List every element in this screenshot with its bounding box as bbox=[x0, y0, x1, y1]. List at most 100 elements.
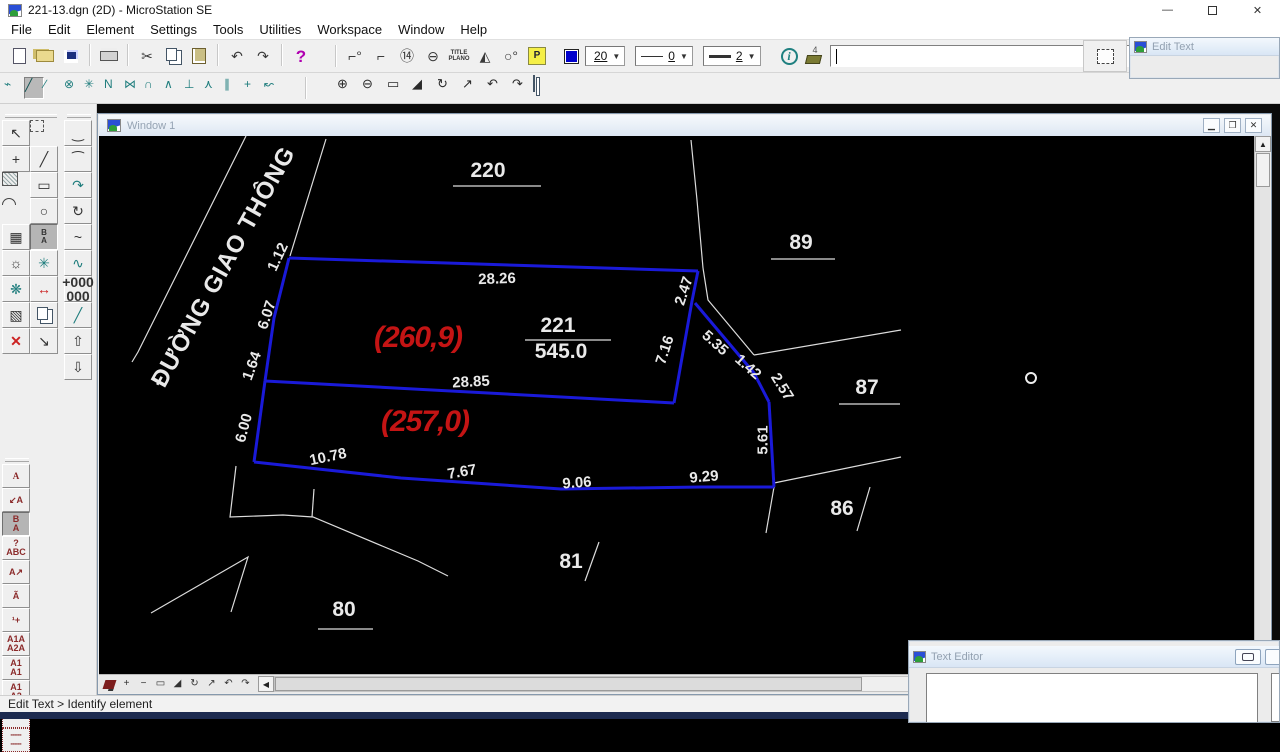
place-arc-edge-tool[interactable]: ⁀ bbox=[64, 146, 92, 172]
active-color-chip[interactable] bbox=[564, 49, 579, 64]
display-text-attributes-tool[interactable]: ? ABC bbox=[2, 536, 30, 560]
paste-button[interactable] bbox=[187, 44, 211, 68]
palette-grip[interactable] bbox=[5, 114, 57, 118]
palette-grip[interactable] bbox=[5, 458, 29, 462]
edit-text-titlebar[interactable]: Edit Text bbox=[1130, 38, 1279, 56]
snap-center-button[interactable]: ✳ bbox=[84, 77, 104, 99]
minimize-button[interactable]: — bbox=[1145, 0, 1190, 20]
update-view-button[interactable] bbox=[312, 76, 337, 100]
view-previous-button[interactable]: ↶ bbox=[487, 76, 512, 100]
place-shape-tool[interactable]: ▭ bbox=[30, 172, 58, 198]
window1-minimize-button[interactable]: ▁ bbox=[1203, 118, 1220, 133]
snap-bisector-button[interactable]: ⋈ bbox=[124, 77, 144, 99]
print-button[interactable] bbox=[97, 44, 121, 68]
place-text-node-tool[interactable]: ¹+ bbox=[2, 608, 30, 632]
scale-tool[interactable]: ↘ bbox=[30, 328, 58, 354]
snap-tangent-button[interactable]: ∧ bbox=[164, 77, 184, 99]
dimension-ordinate-button[interactable]: ◭ bbox=[473, 44, 497, 68]
window1-titlebar[interactable]: Window 1 ▁ ❐ ✕ bbox=[99, 115, 1270, 136]
view-next-button[interactable]: ↷ bbox=[237, 676, 254, 692]
rotate-view-button[interactable]: ↻ bbox=[437, 76, 462, 100]
snap-nearest-button[interactable]: ╱ bbox=[24, 77, 44, 99]
rotate-element-tool[interactable]: ↻ bbox=[64, 198, 92, 224]
close-button[interactable]: ✕ bbox=[1235, 0, 1280, 20]
fit-view-button[interactable]: ◢ bbox=[169, 676, 186, 692]
menu-tools[interactable]: Tools bbox=[205, 22, 251, 37]
window1-close-button[interactable]: ✕ bbox=[1245, 118, 1262, 133]
auto-fill-enter-data-tool[interactable]: ┄┄ ┄┄ bbox=[2, 728, 30, 752]
copy-enter-data-field-tool[interactable]: A1 A1 bbox=[2, 656, 30, 680]
menu-file[interactable]: File bbox=[3, 22, 40, 37]
copy-button[interactable] bbox=[161, 44, 185, 68]
fence-icon[interactable] bbox=[1097, 49, 1114, 64]
horizontal-scroll-thumb[interactable] bbox=[275, 677, 862, 691]
text-editor-minimize-button[interactable] bbox=[1235, 649, 1261, 665]
menu-edit[interactable]: Edit bbox=[40, 22, 78, 37]
match-text-attributes-tool[interactable]: A↗ bbox=[2, 560, 30, 584]
dimension-radial-button[interactable]: ⊖ bbox=[421, 44, 445, 68]
place-stream-curve-tool[interactable]: ~ bbox=[64, 224, 92, 250]
line-style-combo[interactable]: 0 ▼ bbox=[635, 46, 693, 66]
menu-workspace[interactable]: Workspace bbox=[309, 22, 390, 37]
cut-button[interactable]: ✂ bbox=[135, 44, 159, 68]
place-label-button[interactable]: P bbox=[528, 47, 546, 65]
change-attributes-tool[interactable]: ☼ bbox=[2, 250, 30, 276]
snap-intersection-button[interactable]: ∩ bbox=[144, 77, 164, 99]
redo-button[interactable]: ↷ bbox=[251, 44, 275, 68]
zoom-out-button[interactable]: − bbox=[135, 676, 152, 692]
place-curve-tool[interactable]: ‿ bbox=[64, 120, 92, 146]
dimension-linear-button[interactable]: ⌐ bbox=[369, 44, 393, 68]
place-note-tool[interactable]: ↙A bbox=[2, 488, 30, 512]
points-tool[interactable]: ✳ bbox=[30, 250, 58, 276]
label-line-button[interactable]: TITLE PLANO bbox=[447, 44, 471, 68]
rotate-view-button[interactable]: ↻ bbox=[186, 676, 203, 692]
restore-button[interactable] bbox=[1190, 0, 1235, 20]
copy-element-tool[interactable] bbox=[30, 302, 58, 328]
menu-help[interactable]: Help bbox=[452, 22, 495, 37]
vertical-scroll-thumb[interactable] bbox=[1256, 153, 1270, 187]
zoom-in-button[interactable]: ⊕ bbox=[337, 76, 362, 100]
snap-association-button[interactable]: ↜ bbox=[264, 77, 284, 99]
zoom-out-button[interactable]: ⊖ bbox=[362, 76, 387, 100]
pan-view-button[interactable]: ↗ bbox=[462, 76, 487, 100]
text-editor-input[interactable] bbox=[926, 673, 1258, 722]
window-area-button[interactable]: ▭ bbox=[387, 76, 412, 100]
xy-coordinates-tool[interactable]: +000 000 bbox=[64, 276, 92, 302]
app-titlebar[interactable]: 221-13.dgn (2D) - MicroStation SE — ✕ bbox=[0, 0, 1280, 20]
copy-increment-text-tool[interactable]: A1A A2A bbox=[2, 632, 30, 656]
text-tool[interactable]: B A bbox=[30, 224, 58, 250]
pattern-tool[interactable] bbox=[2, 172, 18, 186]
view-previous-button[interactable]: ↶ bbox=[220, 676, 237, 692]
measure-tool[interactable]: ↔ bbox=[30, 276, 58, 302]
color-palette-tool[interactable]: ▧ bbox=[2, 302, 30, 328]
save-button[interactable] bbox=[59, 44, 83, 68]
place-text-tool[interactable]: A bbox=[2, 464, 30, 488]
place-circle-tool[interactable]: ○ bbox=[30, 198, 58, 224]
level-combo[interactable]: 20 ▼ bbox=[585, 46, 625, 66]
snap-perpendicular-button[interactable]: ⋏ bbox=[204, 77, 224, 99]
pan-view-button[interactable]: ↗ bbox=[203, 676, 220, 692]
scroll-left-button[interactable]: ◀ bbox=[258, 676, 274, 692]
snap-origin-button[interactable]: N bbox=[104, 77, 124, 99]
move-up-tool[interactable]: ⇧ bbox=[64, 328, 92, 354]
copy-view-button[interactable] bbox=[537, 76, 562, 100]
help-button[interactable]: ? bbox=[289, 44, 313, 68]
drawing-canvas[interactable]: 2208987868180221545.028.2628.851.126.071… bbox=[99, 136, 1255, 676]
vertical-scrollbar[interactable]: ▲ bbox=[1254, 136, 1270, 676]
place-line-tool[interactable]: ╱ bbox=[30, 146, 58, 172]
element-selection-tool[interactable]: ↖ bbox=[2, 120, 30, 146]
snap-point-through-button[interactable]: + bbox=[244, 77, 264, 99]
modify-segment-tool[interactable]: ╱ bbox=[64, 302, 92, 328]
window1-restore-button[interactable]: ❐ bbox=[1224, 118, 1241, 133]
geographic-location-button[interactable]: ○° bbox=[499, 44, 523, 68]
snap-keypoint-button[interactable]: ∕ bbox=[44, 77, 64, 99]
keyin-icon[interactable] bbox=[802, 46, 822, 66]
place-point-curve-tool[interactable]: ∿ bbox=[64, 250, 92, 276]
modify-arc-tool[interactable]: ↷ bbox=[64, 172, 92, 198]
fit-view-button[interactable]: ◢ bbox=[412, 76, 437, 100]
menu-settings[interactable]: Settings bbox=[142, 22, 205, 37]
place-arc-tool[interactable] bbox=[2, 198, 16, 205]
place-point-tool[interactable]: + bbox=[2, 146, 30, 172]
fence-tool[interactable] bbox=[30, 120, 44, 132]
zoom-in-button[interactable]: + bbox=[118, 676, 135, 692]
